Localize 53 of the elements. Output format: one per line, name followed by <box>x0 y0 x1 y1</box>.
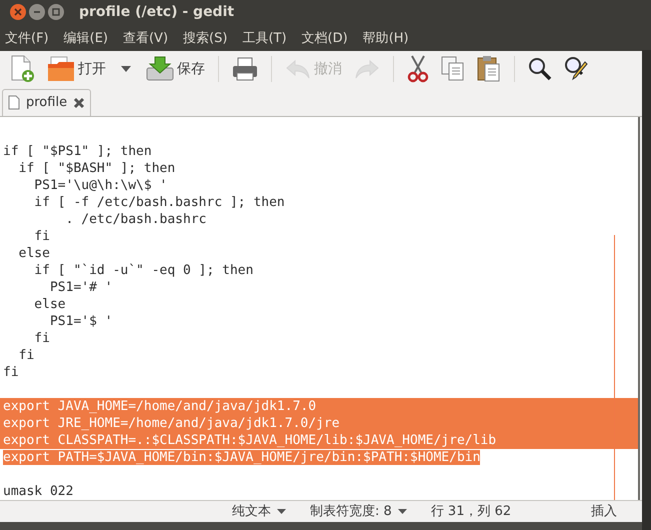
code-line: PS1='$ ' <box>48 314 113 329</box>
close-icon <box>14 8 22 16</box>
menu-item[interactable]: 文件(F) <box>4 26 50 49</box>
document-icon <box>8 95 20 110</box>
code-line: umask 022 <box>3 484 74 499</box>
printer-icon <box>232 57 258 82</box>
menu-item[interactable]: 文档(D) <box>300 26 349 49</box>
caret-icon <box>398 508 407 514</box>
window-title: profile (/etc) - gedit <box>79 4 234 20</box>
menu-item[interactable]: 编辑(E) <box>62 26 109 49</box>
code-line: fi <box>18 348 34 363</box>
close-button[interactable] <box>10 4 26 20</box>
menu-item[interactable]: 帮助(H) <box>362 26 410 49</box>
redo-arrow-icon <box>354 59 380 80</box>
document-tab[interactable]: profile <box>2 88 92 116</box>
code-line: fi <box>3 364 19 380</box>
copy-pages-icon <box>441 56 465 82</box>
close-icon[interactable] <box>73 96 86 109</box>
tab-label: profile <box>26 95 68 110</box>
magnifier-pencil-icon <box>564 56 590 82</box>
caret-icon <box>277 508 286 514</box>
language-selector[interactable]: 纯文本 <box>232 502 286 520</box>
code-line: if [ "$PS1" ]; then <box>3 144 152 159</box>
menu-item[interactable]: 工具(T) <box>241 26 288 49</box>
new-document-icon <box>9 55 35 84</box>
code-line: fi <box>33 228 50 244</box>
cursor-position: 行 31，列 62 <box>430 503 512 520</box>
code-line: if [ "$BASH" ]; then <box>18 160 176 176</box>
tab-width-selector[interactable]: 制表符宽度: 8 <box>310 502 407 520</box>
maximize-button[interactable] <box>48 4 64 20</box>
folder-icon <box>47 56 75 82</box>
undo-arrow-icon <box>285 59 311 80</box>
caret-icon <box>121 66 131 72</box>
code-line: else <box>33 296 66 312</box>
search-icon <box>528 57 552 82</box>
code-line: . /etc/bash.bashrc <box>64 212 206 227</box>
menu-item[interactable]: 查看(V) <box>122 26 170 49</box>
insert-mode: 插入 <box>591 503 618 520</box>
code-line: if [ "`id -u`" -eq 0 ]; then <box>33 262 254 278</box>
code-line: else <box>18 246 50 261</box>
maximize-icon <box>52 8 60 16</box>
code-line: PS1='\u@\h:\w\$ ' <box>33 178 168 193</box>
clipboard-icon <box>477 55 501 84</box>
code-line: if [ -f /etc/bash.bashrc ]; then <box>33 194 285 210</box>
menu-item[interactable]: 搜索(S) <box>182 26 228 49</box>
code-line: PS1='# ' <box>48 280 113 295</box>
minimize-button[interactable] <box>29 4 45 20</box>
code-line: fi <box>33 330 50 346</box>
scissors-icon <box>407 55 429 84</box>
text-editor[interactable] <box>0 116 640 500</box>
save-button[interactable]: 保存 <box>143 54 208 84</box>
open-button[interactable]: 打开 <box>44 54 109 84</box>
download-drive-icon <box>146 56 174 82</box>
